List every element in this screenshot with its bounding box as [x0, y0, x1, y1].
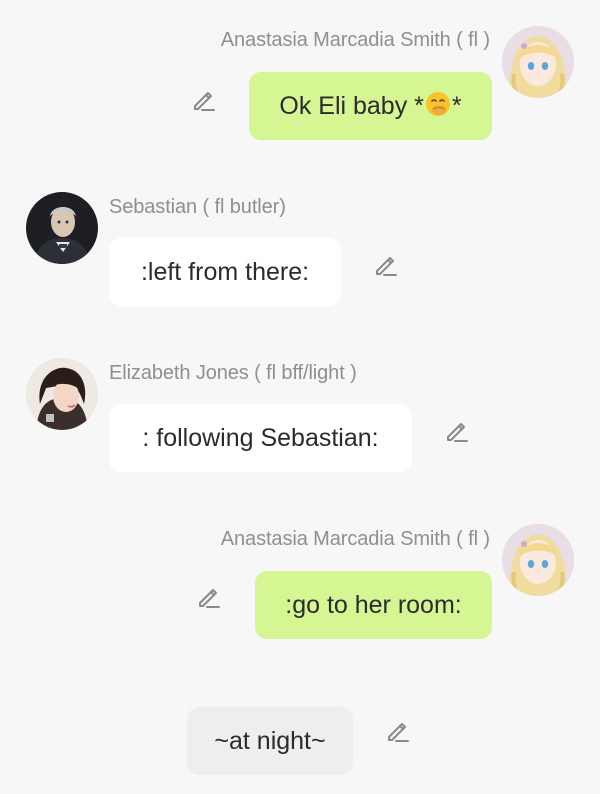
elizabeth-avatar[interactable]: [26, 358, 98, 430]
pencil-edit-icon[interactable]: [190, 86, 218, 114]
hand-over-mouth-emoji: [424, 90, 452, 118]
message-bubble[interactable]: : following Sebastian:: [109, 404, 412, 472]
anastasia-avatar[interactable]: [502, 524, 574, 596]
pencil-edit-icon[interactable]: [443, 417, 471, 445]
sender-name: Anastasia Marcadia Smith ( fl ): [220, 528, 490, 550]
pencil-edit-icon[interactable]: [195, 583, 223, 611]
message-bubble[interactable]: Ok Eli baby * *: [249, 72, 492, 140]
message-bubble[interactable]: :go to her room:: [255, 571, 492, 639]
message-text: Ok Eli baby *: [279, 92, 424, 120]
sender-name: Elizabeth Jones ( fl bff/light ): [109, 362, 357, 384]
narration-bubble[interactable]: ~at night~: [187, 707, 353, 775]
sender-name: Sebastian ( fl butler): [109, 196, 286, 218]
anastasia-avatar[interactable]: [502, 26, 574, 98]
message-text-end: *: [451, 92, 462, 120]
pencil-edit-icon[interactable]: [384, 717, 412, 745]
sebastian-avatar[interactable]: [26, 192, 98, 264]
message-bubble[interactable]: :left from there:: [109, 238, 341, 306]
pencil-edit-icon[interactable]: [372, 251, 400, 279]
sender-name: Anastasia Marcadia Smith ( fl ): [220, 29, 490, 51]
